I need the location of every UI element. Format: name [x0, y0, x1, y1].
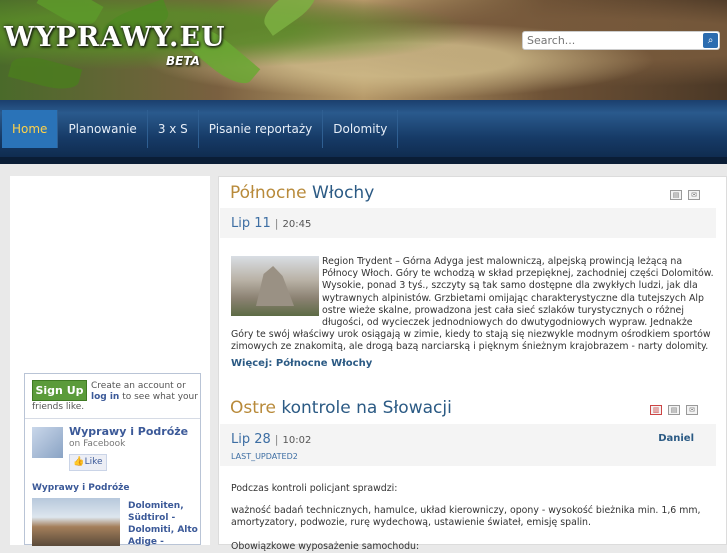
print-icon[interactable]: ▤	[668, 405, 680, 415]
separator: |	[274, 217, 279, 230]
print-icon[interactable]: ▤	[670, 190, 682, 200]
facebook-prompt: Create an account or log in to see what …	[91, 381, 199, 403]
date-text: Lip 11	[231, 216, 271, 231]
separator: |	[274, 433, 279, 446]
article-meta: Lip 11 | 20:45	[220, 208, 716, 238]
facebook-post-image[interactable]	[32, 498, 120, 546]
facebook-page-avatar[interactable]	[32, 427, 63, 458]
facebook-prompt-text2: to see what your	[122, 392, 198, 402]
article-date: Lip 28 | 10:02	[231, 432, 311, 447]
article-tools: ▤ ✉	[670, 190, 700, 200]
thumbs-up-icon: 👍	[73, 457, 85, 467]
facebook-page-name[interactable]: Wyprawy i Podróże	[69, 425, 188, 438]
divider	[25, 418, 200, 419]
search-input[interactable]	[527, 33, 695, 48]
site-logo[interactable]: WYPRAWY.EU	[4, 22, 226, 53]
article-paragraph: Obowiązkowe wyposażenie samochodu:	[231, 541, 420, 552]
pdf-icon[interactable]: ▥	[650, 405, 662, 415]
nav-item-dolomity[interactable]: Dolomity	[323, 110, 399, 148]
article-tools: ▥ ▤ ✉	[650, 405, 698, 415]
article-meta: Lip 28 | 10:02 Daniel LAST_UPDATED2	[220, 424, 716, 466]
nav-item-pisanie-reportazy[interactable]: Pisanie reportaży	[199, 110, 324, 148]
last-updated: LAST_UPDATED2	[231, 452, 298, 461]
facebook-like-box: Sign Up Create an account or log in to s…	[24, 373, 201, 548]
article-title[interactable]: Północne Włochy	[230, 183, 374, 203]
time-text: 10:02	[282, 435, 312, 446]
article-title-first-word: Północne	[230, 183, 307, 203]
leaf-decoration	[7, 51, 83, 95]
main-content: Północne Włochy ▤ ✉ Lip 11 | 20:45 Region …	[218, 176, 727, 552]
site-header: WYPRAWY.EU BETA ⌕	[0, 0, 727, 100]
facebook-on-label: on Facebook	[69, 439, 126, 449]
article-title-rest: kontrole na Słowacji	[275, 398, 452, 418]
article-paragraph: Podczas kontroli policjant sprawdzi:	[231, 483, 398, 494]
login-link[interactable]: log in	[91, 392, 119, 402]
nav-item-home[interactable]: Home	[2, 110, 59, 148]
search-button[interactable]: ⌕	[703, 33, 718, 48]
email-icon[interactable]: ✉	[686, 405, 698, 415]
article-title-rest: Włochy	[306, 183, 375, 203]
article-author: Daniel	[658, 433, 694, 444]
search-icon: ⌕	[707, 35, 714, 46]
facebook-post-title[interactable]: Dolomiten, Südtirol - Dolomiti, Alto Adi…	[128, 500, 198, 548]
main-navigation: Home Planowanie 3 x S Pisanie reportaży …	[0, 100, 727, 164]
leaf-decoration	[257, 0, 323, 36]
article-date: Lip 11 | 20:45	[231, 216, 311, 231]
facebook-prompt-line2: friends like.	[32, 402, 85, 412]
beta-label: BETA	[166, 54, 200, 68]
image-spacer	[231, 256, 322, 318]
search-box: ⌕	[522, 31, 720, 50]
like-label: Like	[84, 457, 103, 467]
nav-item-3xs[interactable]: 3 x S	[148, 110, 199, 148]
facebook-prompt-text: Create an account or	[91, 381, 186, 391]
article-body: Region Trydent – Górna Adyga jest malown…	[231, 256, 717, 354]
facebook-like-button[interactable]: 👍Like	[69, 454, 107, 471]
article-title-first-word: Ostre	[230, 398, 276, 418]
nav-bottom-strip	[0, 157, 727, 164]
article-paragraph: ważność badań technicznych, hamulce, ukł…	[231, 505, 701, 529]
article-title[interactable]: Ostre kontrole na Słowacji	[230, 398, 452, 418]
facebook-feed-page-name[interactable]: Wyprawy i Podróże	[32, 483, 129, 493]
date-text: Lip 28	[231, 432, 271, 447]
nav-menu: Home Planowanie 3 x S Pisanie reportaży …	[2, 110, 399, 148]
read-more-link[interactable]: Więcej: Północne Włochy	[231, 358, 372, 369]
time-text: 20:45	[282, 219, 312, 230]
signup-button[interactable]: Sign Up	[32, 380, 87, 401]
nav-item-planowanie[interactable]: Planowanie	[58, 110, 148, 148]
email-icon[interactable]: ✉	[688, 190, 700, 200]
